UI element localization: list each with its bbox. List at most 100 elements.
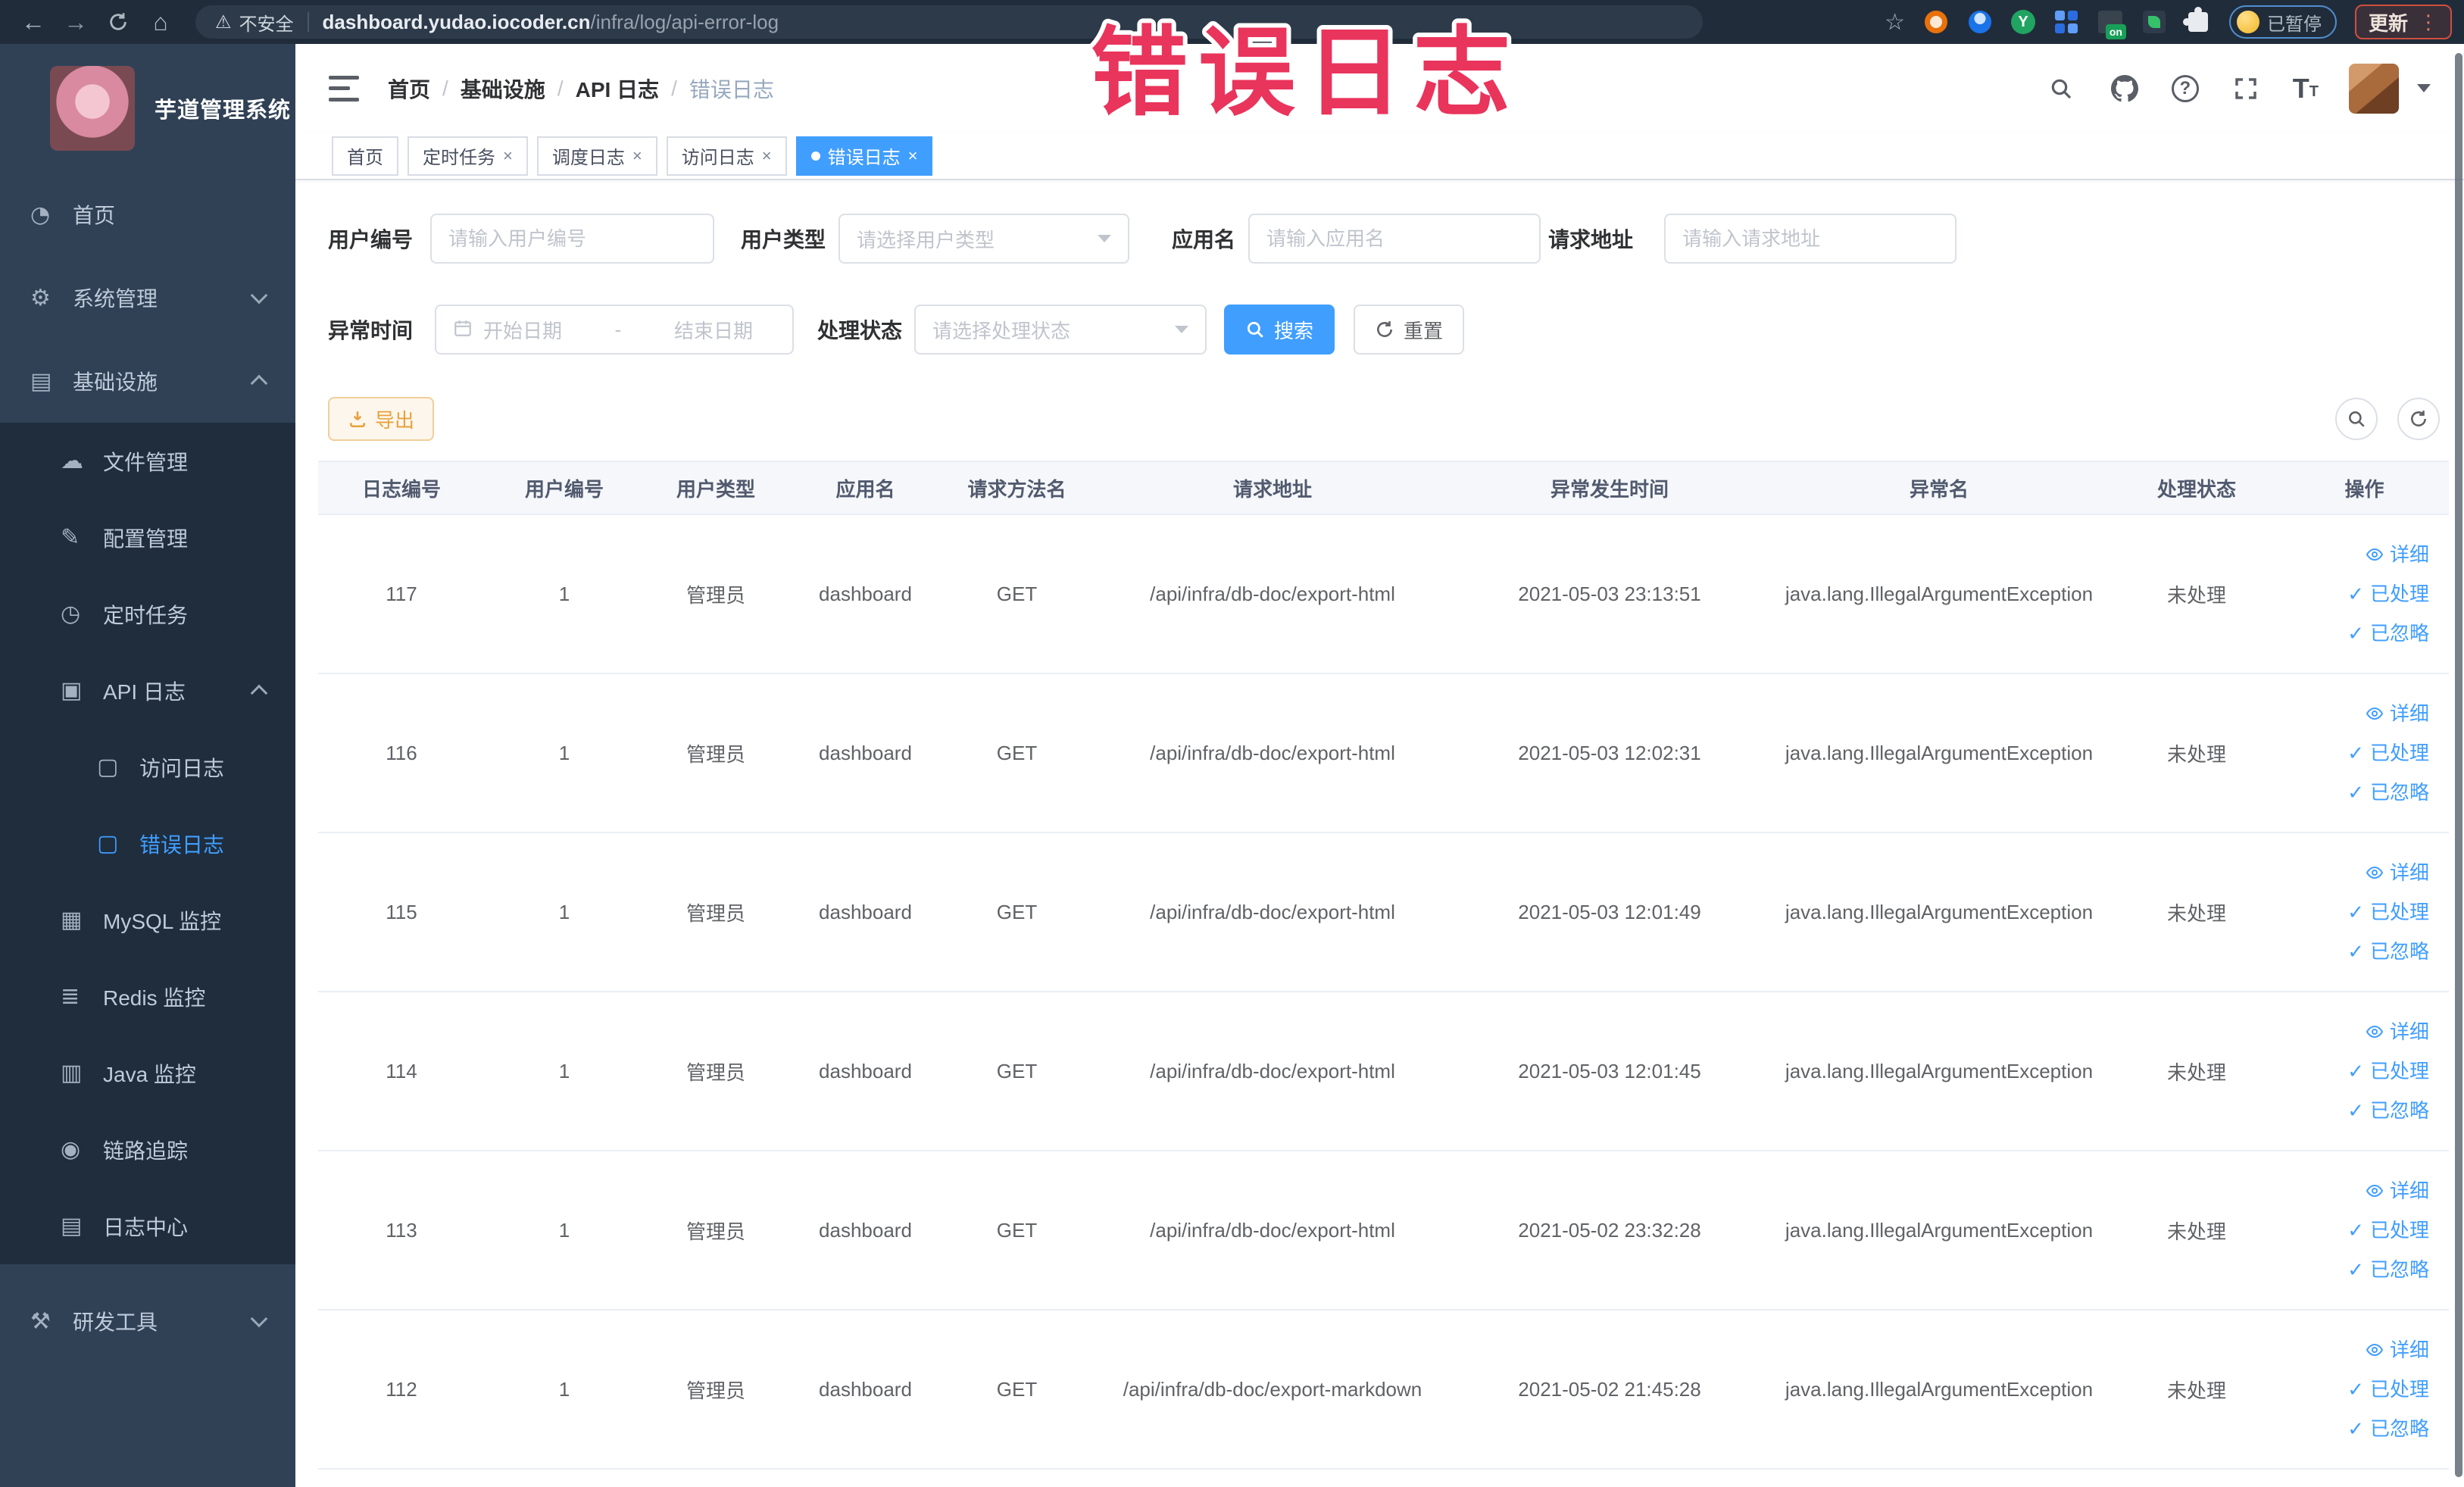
sidebar-item-api-log[interactable]: API 日志 xyxy=(0,652,295,729)
mark-ignored-link[interactable]: ✓ 已忽略 xyxy=(2347,1101,2429,1120)
browser-menu-kebab-icon[interactable]: ⋮ xyxy=(2419,11,2438,34)
detail-link[interactable]: 详细 xyxy=(2366,1181,2429,1201)
search-button[interactable]: 搜索 xyxy=(1224,305,1335,355)
toggle-search-button[interactable] xyxy=(2335,398,2378,440)
mark-processed-link[interactable]: ✓ 已处理 xyxy=(2347,902,2429,922)
sidebar-item-access-log[interactable]: 访问日志 xyxy=(0,729,295,805)
sidebar-item-home[interactable]: 首页 xyxy=(0,173,295,256)
cell-log-id: 117 xyxy=(318,514,485,674)
breadcrumb-infrastructure[interactable]: 基础设施 xyxy=(461,73,545,104)
extension-on-badge-icon[interactable]: on xyxy=(2097,9,2126,39)
detail-link[interactable]: 详细 xyxy=(2366,863,2429,883)
mark-ignored-link[interactable]: ✓ 已忽略 xyxy=(2347,623,2429,643)
close-icon[interactable]: × xyxy=(503,147,513,164)
detail-link[interactable]: 详细 xyxy=(2366,1022,2429,1042)
extension-green-icon[interactable]: Y xyxy=(2010,10,2035,34)
extension-grid-icon[interactable] xyxy=(2053,9,2079,35)
tab-error-log[interactable]: 错误日志 × xyxy=(795,136,933,176)
home-button[interactable]: ⌂ xyxy=(139,5,182,39)
sidebar-item-file-management[interactable]: 文件管理 xyxy=(0,423,295,499)
mark-processed-link[interactable]: ✓ 已处理 xyxy=(2347,584,2429,604)
col-process-status: 处理状态 xyxy=(2113,461,2280,515)
detail-link[interactable]: 详细 xyxy=(2366,1340,2429,1360)
mark-ignored-link[interactable]: ✓ 已忽略 xyxy=(2347,1419,2429,1439)
cell-user-type: 管理员 xyxy=(644,514,788,674)
extension-orange-icon[interactable] xyxy=(1923,9,1949,35)
sidebar-item-dev-tools[interactable]: 研发工具 xyxy=(0,1279,295,1363)
user-id-input[interactable] xyxy=(430,214,715,264)
exception-time-range-picker[interactable]: 开始日期 - 结束日期 xyxy=(435,305,795,355)
process-status-select[interactable]: 请选择处理状态 xyxy=(914,305,1207,355)
log-icon xyxy=(61,677,103,704)
breadcrumb-separator: / xyxy=(671,76,677,100)
end-date-placeholder[interactable]: 结束日期 xyxy=(674,316,753,344)
user-type-select[interactable]: 请选择用户类型 xyxy=(839,214,1130,264)
not-secure-warning-icon: ⚠ xyxy=(215,11,232,33)
mark-processed-link[interactable]: ✓ 已处理 xyxy=(2347,743,2429,763)
mark-processed-link[interactable]: ✓ 已处理 xyxy=(2347,1061,2429,1081)
sidebar-item-tracing[interactable]: 链路追踪 xyxy=(0,1111,295,1188)
back-button[interactable]: ← xyxy=(12,5,55,39)
header-search-button[interactable] xyxy=(2044,72,2078,105)
tab-home[interactable]: 首页 xyxy=(332,136,398,176)
request-url-field[interactable] xyxy=(1682,226,1939,251)
extension-blue-icon[interactable] xyxy=(1967,9,1993,35)
sidebar-item-scheduled-tasks[interactable]: 定时任务 xyxy=(0,576,295,652)
tab-access-log[interactable]: 访问日志 × xyxy=(666,136,787,176)
cell-app-name: dashboard xyxy=(788,992,943,1151)
cell-user-id: 1 xyxy=(485,992,644,1151)
detail-link[interactable]: 详细 xyxy=(2366,704,2429,723)
request-url-input[interactable] xyxy=(1664,214,1957,264)
col-user-id: 用户编号 xyxy=(485,461,644,515)
sidebar-item-system-management[interactable]: 系统管理 xyxy=(0,256,295,339)
hamburger-icon[interactable] xyxy=(329,75,359,102)
bookmark-star-icon[interactable]: ☆ xyxy=(1885,9,1905,36)
eye-icon xyxy=(2366,1025,2384,1039)
forward-button[interactable]: → xyxy=(55,5,97,39)
breadcrumb-home[interactable]: 首页 xyxy=(388,73,430,104)
sidebar-item-infrastructure[interactable]: 基础设施 xyxy=(0,339,295,423)
browser-update-button[interactable]: 更新 ⋮ xyxy=(2354,5,2452,39)
table-row: 112 1 管理员 dashboard GET /api/infra/db-do… xyxy=(318,1310,2449,1470)
user-id-field[interactable] xyxy=(448,226,697,251)
sidebar-logo-row[interactable]: 芋道管理系统 xyxy=(0,44,295,173)
security-chip[interactable]: 不安全 xyxy=(239,9,294,36)
avatar-caret-icon[interactable] xyxy=(2417,84,2431,92)
close-icon[interactable]: × xyxy=(632,147,642,164)
start-date-placeholder[interactable]: 开始日期 xyxy=(483,316,562,344)
app-name-field[interactable] xyxy=(1266,226,1523,251)
mark-ignored-link[interactable]: ✓ 已忽略 xyxy=(2347,942,2429,961)
sidebar-item-config-management[interactable]: 配置管理 xyxy=(0,499,295,576)
detail-link[interactable]: 详细 xyxy=(2366,545,2429,564)
user-avatar[interactable] xyxy=(2349,63,2399,114)
breadcrumb-api-log[interactable]: API 日志 xyxy=(576,73,659,104)
extension-leaf-icon[interactable] xyxy=(2141,9,2167,35)
mark-processed-link[interactable]: ✓ 已处理 xyxy=(2347,1220,2429,1240)
font-size-button[interactable]: TT xyxy=(2293,74,2319,102)
fullscreen-button[interactable] xyxy=(2229,72,2263,105)
sidebar-item-java-monitor[interactable]: Java 监控 xyxy=(0,1035,295,1111)
reload-button[interactable] xyxy=(97,5,139,39)
profile-paused-pill[interactable]: 已暂停 xyxy=(2228,5,2337,39)
reset-button[interactable]: 重置 xyxy=(1354,305,1465,355)
close-icon[interactable]: × xyxy=(908,147,918,164)
tab-dispatch-log[interactable]: 调度日志 × xyxy=(536,136,657,176)
tab-scheduled-tasks[interactable]: 定时任务 × xyxy=(408,136,528,176)
mark-ignored-link[interactable]: ✓ 已忽略 xyxy=(2347,1260,2429,1279)
app-name-input[interactable] xyxy=(1248,214,1541,264)
close-icon[interactable]: × xyxy=(762,147,772,164)
sidebar-item-log-center[interactable]: 日志中心 xyxy=(0,1188,295,1264)
refresh-table-button[interactable] xyxy=(2397,398,2440,440)
github-button[interactable] xyxy=(2108,72,2141,105)
extensions-puzzle-icon[interactable] xyxy=(2182,7,2211,35)
processed-label: 已处理 xyxy=(2369,1378,2429,1401)
sidebar-item-mysql-monitor[interactable]: MySQL 监控 xyxy=(0,882,295,958)
address-bar[interactable]: ⚠ 不安全 dashboard.yudao.iocoder.cn /infra/… xyxy=(195,5,1703,39)
export-button[interactable]: 导出 xyxy=(328,397,435,441)
mark-ignored-link[interactable]: ✓ 已忽略 xyxy=(2347,783,2429,802)
sidebar-item-error-log[interactable]: 错误日志 xyxy=(0,805,295,882)
sidebar-item-redis-monitor[interactable]: Redis 监控 xyxy=(0,958,295,1035)
page-scrollbar[interactable] xyxy=(2455,53,2462,1477)
docs-help-button[interactable]: ? xyxy=(2171,74,2199,102)
mark-processed-link[interactable]: ✓ 已处理 xyxy=(2347,1379,2429,1399)
